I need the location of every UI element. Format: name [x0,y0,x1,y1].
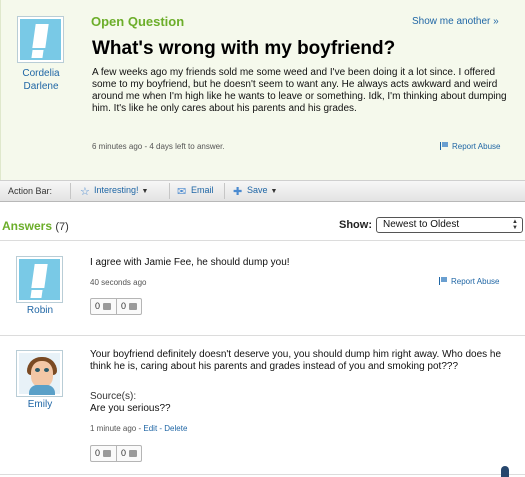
chevron-down-icon: ▼ [270,188,278,195]
email-label: Email [191,185,214,195]
report-abuse-label: Report Abuse [451,277,500,286]
chevron-down-icon: ▼ [141,188,149,195]
thumbs-down-count: 0 [121,448,127,458]
sort-label: Show: [339,219,372,231]
answer-text: I agree with Jamie Fee, he should dump y… [90,257,290,268]
report-abuse-label: Report Abuse [452,142,501,151]
answer-avatar[interactable] [16,256,63,303]
sort-order-value: Newest to Oldest [383,219,460,230]
delete-link[interactable]: Delete [164,424,187,433]
answer-meta-row: 1 minute ago - Edit - Delete [90,424,187,433]
answer-divider [0,335,525,336]
thumbs-down-icon [129,303,138,310]
answer-divider [0,474,525,475]
action-bar-divider [70,183,71,199]
thumbs-down-count: 0 [121,301,127,311]
source-text: Are you serious?? [90,403,171,414]
select-arrows-icon: ▲ ▼ [512,219,518,231]
asker-avatar[interactable] [17,16,64,63]
emily-avatar-image [19,353,60,395]
save-label: Save [247,185,268,195]
answers-title: Answers [2,219,53,233]
thumbs-up-count: 0 [95,301,101,311]
answer-user-name[interactable]: Robin [8,304,72,317]
action-bar-label: Action Bar: [8,186,53,196]
thumbs-up-icon [103,450,112,457]
question-title: What's wrong with my boyfriend? [92,38,396,59]
question-body: A few weeks ago my friends sold me some … [92,67,507,114]
default-avatar-icon [19,259,60,300]
report-abuse-link[interactable]: Report Abuse [439,277,499,286]
flag-icon [439,277,447,285]
scroll-indicator[interactable] [501,466,509,477]
default-avatar-icon [20,19,61,60]
show-another-link[interactable]: Show me another » [412,16,499,27]
answers-heading: Answers (7) [2,219,69,233]
answer-avatar[interactable] [16,350,63,397]
question-panel: Cordelia Darlene Open Question Show me a… [0,0,525,180]
thumbs-down-button[interactable]: 0 [116,446,141,461]
answers-count: (7) [55,221,69,233]
action-bar: Action Bar: ☆ Interesting! ▼ ✉ Email ✚ Save ▼ [0,180,525,202]
action-bar-divider [224,183,225,199]
answer-meta: 1 minute ago - [90,424,144,433]
sort-order-select[interactable]: Newest to Oldest ▲ ▼ [376,217,523,233]
thumbs-up-count: 0 [95,448,101,458]
email-button[interactable]: ✉ Email [177,185,214,198]
report-abuse-link[interactable]: Report Abuse [440,142,500,151]
asker-name[interactable]: Cordelia Darlene [9,67,73,93]
question-status-label: Open Question [91,14,185,29]
interesting-label: Interesting! [94,185,139,195]
star-icon: ☆ [80,186,90,198]
thumbs-up-button[interactable]: 0 [91,446,116,461]
vote-buttons: 0 0 [90,298,142,315]
answer-user-name[interactable]: Emily [8,398,72,411]
edit-link[interactable]: Edit [143,424,157,433]
plus-icon: ✚ [233,186,243,198]
flag-icon [440,142,448,150]
save-button[interactable]: ✚ Save ▼ [233,185,278,198]
answer-meta: 40 seconds ago [90,278,147,287]
source-label: Source(s): [90,391,137,402]
vote-buttons: 0 0 [90,445,142,462]
action-bar-divider [169,183,170,199]
answers-divider [0,240,525,241]
thumbs-down-icon [129,450,138,457]
thumbs-up-button[interactable]: 0 [91,299,116,314]
interesting-button[interactable]: ☆ Interesting! ▼ [80,185,149,198]
answer-text: Your boyfriend definitely doesn't deserv… [90,349,502,372]
thumbs-down-button[interactable]: 0 [116,299,141,314]
question-meta: 6 minutes ago - 4 days left to answer. [92,142,225,151]
thumbs-up-icon [103,303,112,310]
envelope-icon: ✉ [177,186,187,198]
